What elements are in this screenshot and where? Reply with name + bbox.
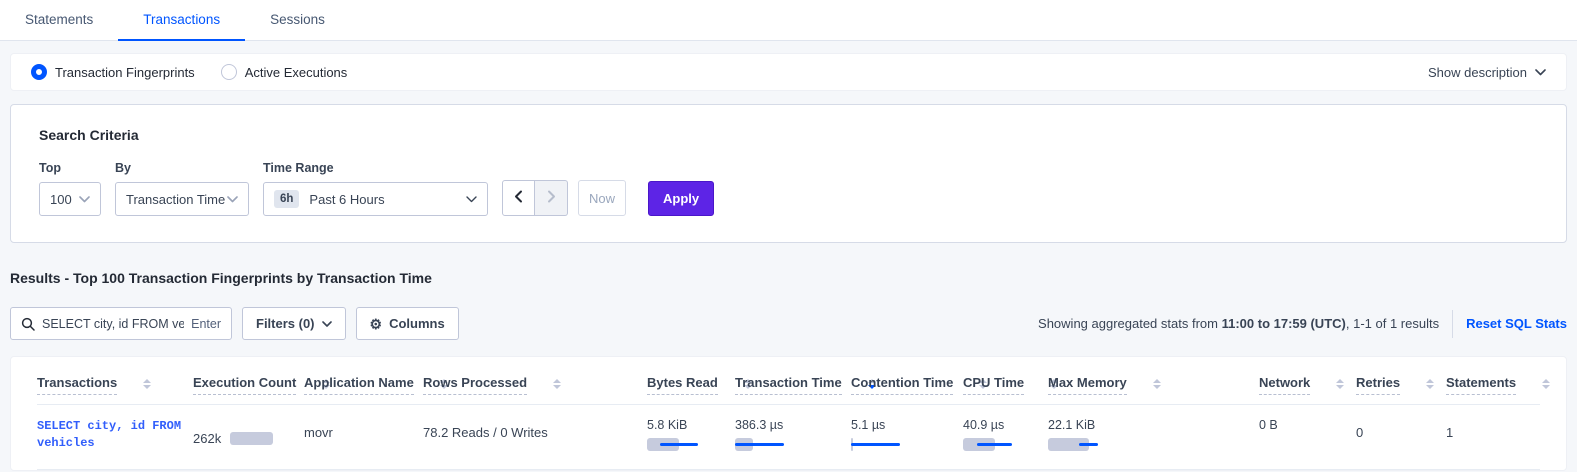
chevron-down-icon <box>227 196 238 203</box>
table-header-row: Transactions Execution Count Application… <box>37 357 1540 405</box>
cell-max-memory: 22.1 KiB <box>1048 418 1259 452</box>
tab-transactions[interactable]: Transactions <box>118 0 245 41</box>
time-range-badge: 6h <box>274 190 299 208</box>
cpu-time-bar <box>963 438 1017 451</box>
cell-cpu-time: 40.9 µs <box>963 418 1048 452</box>
bytes-read-bar <box>647 438 701 451</box>
time-range-field: Time Range 6h Past 6 Hours <box>263 161 488 216</box>
column-header-max-memory: Max Memory <box>1048 375 1259 395</box>
top-label: Top <box>39 161 101 175</box>
sort-icon[interactable] <box>1542 379 1550 389</box>
columns-label: Columns <box>389 316 445 331</box>
filters-button[interactable]: Filters (0) <box>242 307 346 340</box>
cell-bytes-read: 5.8 KiB <box>647 418 735 452</box>
time-range-select[interactable]: 6h Past 6 Hours <box>263 182 488 216</box>
next-time-window-button[interactable] <box>535 180 568 216</box>
show-description-toggle[interactable]: Show description <box>1428 65 1546 80</box>
time-window-pager <box>502 180 568 216</box>
sort-icon[interactable] <box>143 379 151 389</box>
previous-time-window-button[interactable] <box>502 180 535 216</box>
vertical-divider <box>1452 310 1453 338</box>
chevron-down-icon <box>79 196 90 203</box>
top-select-value: 100 <box>50 192 72 207</box>
radio-active-executions[interactable]: Active Executions <box>221 64 348 80</box>
radio-label: Transaction Fingerprints <box>55 65 195 80</box>
column-header-bytes-read: Bytes Read <box>647 375 735 395</box>
cell-network: 0 B <box>1259 418 1356 452</box>
sort-icon[interactable] <box>1426 379 1434 389</box>
enter-hint: Enter <box>191 317 221 331</box>
contention-time-bar <box>851 438 905 451</box>
cell-transaction-time: 386.3 µs <box>735 418 851 452</box>
top-field: Top 100 <box>39 161 101 216</box>
filters-label: Filters (0) <box>256 316 315 331</box>
transactions-table: Transactions Execution Count Application… <box>10 356 1567 471</box>
top-select[interactable]: 100 <box>39 182 101 216</box>
column-header-cpu-time: CPU Time <box>963 375 1048 395</box>
search-input[interactable] <box>42 317 184 331</box>
column-header-application-name: Application Name <box>304 375 423 395</box>
page-tabs: Statements Transactions Sessions <box>0 0 1577 41</box>
reset-sql-stats-link[interactable]: Reset SQL Stats <box>1466 316 1567 331</box>
by-select[interactable]: Transaction Time <box>115 182 249 216</box>
view-mode-radio-group: Transaction Fingerprints Active Executio… <box>31 64 347 80</box>
cell-rows-processed: 78.2 Reads / 0 Writes <box>423 425 647 452</box>
results-toolbar: Enter Filters (0) ⚙ Columns Showing aggr… <box>10 307 1567 340</box>
search-criteria-title: Search Criteria <box>39 127 1538 143</box>
stats-time-range: 11:00 to 17:59 (UTC) <box>1222 316 1346 331</box>
chevron-down-icon <box>322 321 332 327</box>
table-row: SELECT city, id FROMvehicles 262k movr 7… <box>37 405 1540 470</box>
column-header-retries: Retries <box>1356 375 1446 395</box>
transaction-fingerprint-link[interactable]: SELECT city, id FROMvehicles <box>37 418 193 452</box>
search-icon <box>21 317 35 331</box>
chevron-down-icon <box>1535 69 1546 76</box>
cell-contention-time: 5.1 µs <box>851 418 963 452</box>
time-range-label: Time Range <box>263 161 488 175</box>
tab-statements[interactable]: Statements <box>0 0 118 41</box>
transaction-time-bar <box>735 438 789 451</box>
cell-retries: 0 <box>1356 425 1446 452</box>
sort-icon[interactable] <box>1336 379 1344 389</box>
column-header-network: Network <box>1259 375 1356 395</box>
by-label: By <box>115 161 249 175</box>
aggregated-stats-text: Showing aggregated stats from 11:00 to 1… <box>1038 316 1439 331</box>
view-toggle-card: Transaction Fingerprints Active Executio… <box>10 53 1567 91</box>
radio-unselected-icon <box>221 64 237 80</box>
cell-execution-count: 262k <box>193 425 304 452</box>
column-header-execution-count: Execution Count <box>193 375 304 395</box>
radio-selected-icon <box>31 64 47 80</box>
now-button[interactable]: Now <box>578 180 626 216</box>
column-header-transactions: Transactions <box>37 375 193 395</box>
chevron-down-icon <box>466 196 477 203</box>
max-memory-bar <box>1048 438 1102 451</box>
time-range-value: Past 6 Hours <box>309 192 384 207</box>
by-select-value: Transaction Time <box>126 192 225 207</box>
column-header-transaction-time: Transaction Time <box>735 375 851 395</box>
show-description-label: Show description <box>1428 65 1527 80</box>
apply-button[interactable]: Apply <box>648 181 714 216</box>
execution-count-bar <box>230 432 284 445</box>
column-header-statements: Statements <box>1446 375 1550 395</box>
search-criteria-fields: Top 100 By Transaction Time Time Range 6… <box>39 161 1538 216</box>
chevron-right-icon <box>546 190 557 206</box>
search-box[interactable]: Enter <box>10 307 232 340</box>
radio-label: Active Executions <box>245 65 348 80</box>
sort-icon[interactable] <box>553 379 561 389</box>
columns-button[interactable]: ⚙ Columns <box>356 307 459 340</box>
tab-sessions[interactable]: Sessions <box>245 0 350 41</box>
chevron-left-icon <box>513 190 524 206</box>
toolbar-right: Showing aggregated stats from 11:00 to 1… <box>1038 310 1567 338</box>
cell-transaction-fingerprint: SELECT city, id FROMvehicles <box>37 418 193 452</box>
by-field: By Transaction Time <box>115 161 249 216</box>
search-criteria-card: Search Criteria Top 100 By Transaction T… <box>10 104 1567 243</box>
column-header-rows-processed: Rows Processed <box>423 375 647 395</box>
cell-statements: 1 <box>1446 425 1540 452</box>
sort-icon[interactable] <box>1153 379 1161 389</box>
column-header-contention-time: Contention Time <box>851 375 963 395</box>
gear-icon: ⚙ <box>370 317 383 331</box>
results-heading: Results - Top 100 Transaction Fingerprin… <box>10 270 1567 286</box>
radio-transaction-fingerprints[interactable]: Transaction Fingerprints <box>31 64 195 80</box>
cell-application-name: movr <box>304 425 423 452</box>
